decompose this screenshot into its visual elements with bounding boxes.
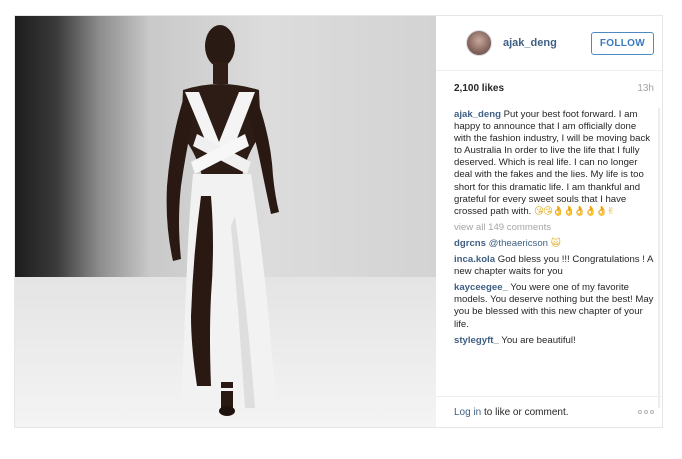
comment-username[interactable]: dgrcns [454, 238, 486, 249]
caption: ajak_deng Put your best foot forward. I … [454, 109, 654, 218]
comment-mention[interactable]: @theaericson [489, 238, 548, 249]
post-sidebar: ajak_deng FOLLOW 2,100 likes 13h ajak_de… [436, 16, 662, 427]
comment-username[interactable]: stylegyft_ [454, 335, 499, 346]
post-stats: 2,100 likes 13h [436, 71, 662, 105]
caption-text: Put your best foot forward. I am happy t… [454, 109, 651, 217]
comment-username[interactable]: inca.kola [454, 254, 495, 265]
view-all-comments-link[interactable]: view all 149 comments [454, 222, 654, 234]
login-link[interactable]: Log in [454, 407, 481, 418]
login-prompt-text: to like or comment. [481, 406, 569, 418]
comment-item: stylegyft_ You are beautiful! [454, 335, 654, 347]
post-photo[interactable] [15, 16, 436, 427]
model-figure-illustration [166, 25, 279, 416]
follow-button[interactable]: FOLLOW [590, 31, 654, 55]
comment-username[interactable]: kayceegee_ [454, 282, 508, 293]
comments-scrollbar[interactable] [658, 108, 660, 408]
more-options-icon[interactable] [638, 410, 654, 414]
likes-count[interactable]: 2,100 likes [454, 83, 504, 94]
comment-item: inca.kola God bless you !!! Congratulati… [454, 254, 654, 278]
comment-item: kayceegee_ You were one of my favorite m… [454, 282, 654, 330]
comment-text: You are beautiful! [501, 334, 576, 346]
caption-emoji: 😘😘👌👌👌👌👌✌ [534, 205, 615, 217]
post-timestamp[interactable]: 13h [637, 83, 654, 94]
post-footer: Log in to like or comment. [436, 396, 662, 427]
comments-list: ajak_deng Put your best foot forward. I … [454, 109, 654, 391]
post-header: ajak_deng FOLLOW [436, 16, 662, 71]
comment-item: dgrcns @theaericson 🙀 [454, 238, 654, 250]
header-username[interactable]: ajak_deng [503, 37, 591, 49]
avatar[interactable] [466, 30, 492, 56]
comment-emoji: 🙀 [550, 237, 561, 249]
caption-username[interactable]: ajak_deng [454, 109, 501, 120]
instagram-post: ajak_deng FOLLOW 2,100 likes 13h ajak_de… [14, 15, 663, 428]
login-prompt: Log in to like or comment. [454, 407, 569, 418]
